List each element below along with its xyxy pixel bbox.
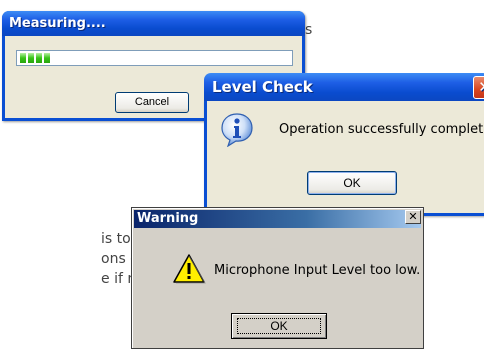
close-icon: ✕	[478, 78, 484, 96]
level-check-message: Operation successfully completed	[279, 122, 484, 137]
measuring-progress-bar	[16, 50, 293, 66]
warning-ok-button[interactable]: OK	[231, 313, 327, 339]
close-button[interactable]: ✕	[473, 76, 484, 99]
warning-dialog: Warning ✕ Microphone Input Level too low…	[131, 207, 424, 349]
warning-icon	[173, 254, 206, 284]
warning-message: Microphone Input Level too low.	[214, 263, 421, 278]
measuring-title: Measuring....	[2, 11, 305, 36]
background-text-fragment: s	[305, 22, 313, 38]
close-icon: ✕	[408, 211, 418, 223]
warning-title: Warning	[137, 211, 199, 226]
progress-fill	[20, 53, 50, 63]
level-check-dialog: Level Check ✕ Operation successfully com…	[204, 73, 484, 216]
level-check-title: Level Check	[212, 78, 313, 96]
focus-rectangle	[237, 318, 321, 334]
progress-segment	[36, 53, 42, 63]
warning-titlebar: Warning	[134, 210, 421, 228]
warning-close-button[interactable]: ✕	[405, 210, 421, 224]
cancel-button[interactable]: Cancel	[115, 92, 189, 113]
progress-segment	[20, 53, 26, 63]
progress-segment	[28, 53, 34, 63]
level-check-titlebar: Level Check ✕	[204, 73, 484, 101]
level-check-ok-button[interactable]: OK	[307, 171, 397, 195]
progress-segment	[44, 53, 50, 63]
info-icon	[221, 113, 253, 147]
